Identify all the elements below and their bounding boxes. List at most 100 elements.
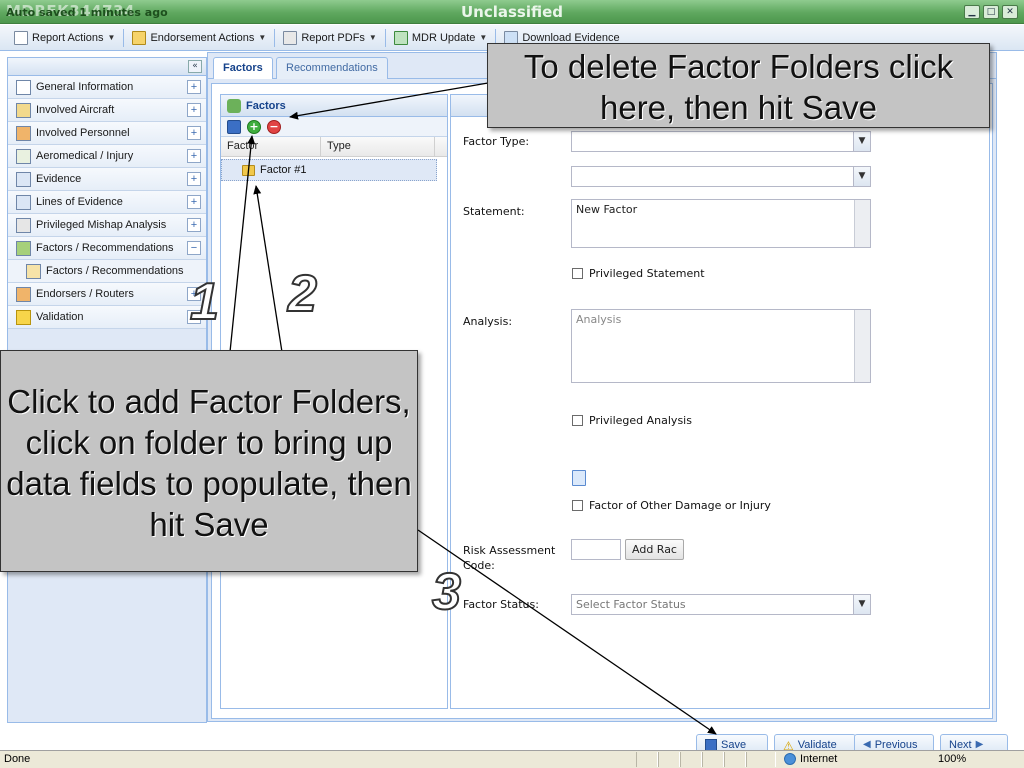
factor-status-label: Factor Status: [463,598,539,611]
report-actions-menu[interactable]: Report Actions ▼ [8,28,121,48]
column-header-factor[interactable]: Factor [221,137,321,156]
sidebar-item-label: Endorsers / Routers [36,288,134,300]
statement-value: New Factor [576,203,638,216]
status-cell [636,752,658,767]
globe-icon [784,753,796,765]
endorsement-actions-menu[interactable]: Endorsement Actions ▼ [126,28,272,48]
column-header-type[interactable]: Type [321,137,435,156]
factors-panel-title: Factors [246,99,286,112]
expand-icon[interactable]: + [187,195,201,209]
analysis-label: Analysis: [463,315,513,328]
report-icon [14,30,28,45]
zoom-level[interactable]: 100% [938,753,966,765]
sidebar-item-general-information[interactable]: General Information + [8,76,206,99]
sidebar-item-validation[interactable]: Validation + [8,306,206,329]
privileged-analysis-checkbox[interactable]: Privileged Analysis [572,414,692,427]
medical-icon [16,148,31,164]
statement-textarea[interactable]: New Factor [571,199,871,248]
factor-status-select[interactable]: Select Factor Status ▼ [571,594,871,615]
download-evidence-label: Download Evidence [522,31,620,44]
sidebar-item-factors-recommendations[interactable]: Factors / Recommendations − [8,237,206,260]
add-rac-button[interactable]: Add Rac [625,539,684,560]
collapse-icon[interactable]: − [187,241,201,255]
scrollbar[interactable] [854,310,870,382]
factor-row[interactable]: Factor #1 [221,159,437,181]
expand-icon[interactable]: + [187,126,201,140]
factor-row-name: Factor #1 [260,164,307,176]
expand-icon[interactable]: + [187,80,201,94]
privileged-statement-checkbox[interactable]: Privileged Statement [572,267,705,280]
report-pdfs-menu[interactable]: Report PDFs ▼ [277,28,383,48]
sidebar-item-label: Evidence [36,173,82,185]
document-icon[interactable] [572,470,586,486]
factor-type-select[interactable]: ▼ [571,131,871,152]
maximize-button[interactable]: □ [983,5,999,19]
previous-icon: ◀ [863,739,871,750]
sidebar-header: « [8,58,206,76]
close-button[interactable]: ✕ [1002,5,1018,19]
checkbox-box[interactable] [572,500,583,511]
expand-icon[interactable]: + [187,103,201,117]
report-pdfs-label: Report PDFs [301,31,365,44]
sidebar-item-label: General Information [36,81,134,93]
zone-label: Internet [800,753,838,765]
sidebar-item-evidence[interactable]: Evidence + [8,168,206,191]
expand-icon[interactable]: + [187,172,201,186]
endorsement-actions-label: Endorsement Actions [150,31,255,44]
sidebar-item-label: Lines of Evidence [36,196,123,208]
mdr-update-menu[interactable]: MDR Update ▼ [388,28,494,48]
tab-factors[interactable]: Factors [213,57,273,79]
step-number-3: 3 [431,562,462,622]
add-factor-icon[interactable]: + [247,119,261,134]
sidebar-item-aeromedical-injury[interactable]: Aeromedical / Injury + [8,145,206,168]
chevron-down-icon[interactable]: ▼ [853,132,870,151]
toolbar-divider [274,28,276,47]
people-icon [16,286,31,302]
privileged-statement-label: Privileged Statement [589,267,705,280]
sidebar-item-label: Privileged Mishap Analysis [36,219,167,231]
sidebar-subitem-factors-recommendations[interactable]: Factors / Recommendations [8,260,206,283]
status-text: Done [4,753,31,765]
sidebar-item-label: Factors / Recommendations [46,265,184,277]
status-cell [702,752,724,767]
window-title-bar: MDRFK344734 Auto saved 1 minutes ago Unc… [0,0,1024,24]
status-cell [658,752,680,767]
chevron-down-icon: ▼ [258,33,267,42]
toolbar-divider [384,28,386,47]
rac-input[interactable] [571,539,621,560]
checkbox-box[interactable] [572,415,583,426]
lines-icon [16,194,31,210]
tab-recommendations[interactable]: Recommendations [276,57,388,79]
factors-grid-header: Factor Type [221,137,447,157]
factor-subtype-select[interactable]: ▼ [571,166,871,187]
sidebar-item-lines-of-evidence[interactable]: Lines of Evidence + [8,191,206,214]
chevron-down-icon[interactable]: ▼ [853,167,870,186]
factor-detail-form: Factor Type: ▼ ▼ Statement: New Factor P… [450,94,990,709]
save-icon[interactable] [227,119,241,134]
scrollbar[interactable] [854,200,870,247]
factor-status-placeholder: Select Factor Status [576,598,686,611]
sidebar-item-endorsers-routers[interactable]: Endorsers / Routers + [8,283,206,306]
delete-factor-icon[interactable]: − [267,119,281,134]
other-damage-checkbox[interactable]: Factor of Other Damage or Injury [572,499,771,512]
minimize-button[interactable]: ▁ [964,5,980,19]
sidebar-item-label: Validation [36,311,84,323]
document-icon [16,79,31,95]
analysis-textarea[interactable]: Analysis [571,309,871,383]
chevron-down-icon[interactable]: ▼ [853,595,870,614]
sidebar-item-involved-personnel[interactable]: Involved Personnel + [8,122,206,145]
collapse-sidebar-icon[interactable]: « [188,60,202,73]
privileged-analysis-label: Privileged Analysis [589,414,692,427]
expand-icon[interactable]: + [187,218,201,232]
checkbox-box[interactable] [572,268,583,279]
factors-panel-header: Factors [221,95,447,117]
sidebar-item-involved-aircraft[interactable]: Involved Aircraft + [8,99,206,122]
expand-icon[interactable]: + [187,149,201,163]
puzzle-icon [227,98,241,113]
browser-status-bar: Done Internet 100% [0,750,1024,768]
folder-icon [26,263,41,279]
puzzle-icon [16,240,31,256]
classification-label: Unclassified [460,3,564,21]
toolbar-divider [123,28,125,47]
sidebar-item-privileged-mishap-analysis[interactable]: Privileged Mishap Analysis + [8,214,206,237]
